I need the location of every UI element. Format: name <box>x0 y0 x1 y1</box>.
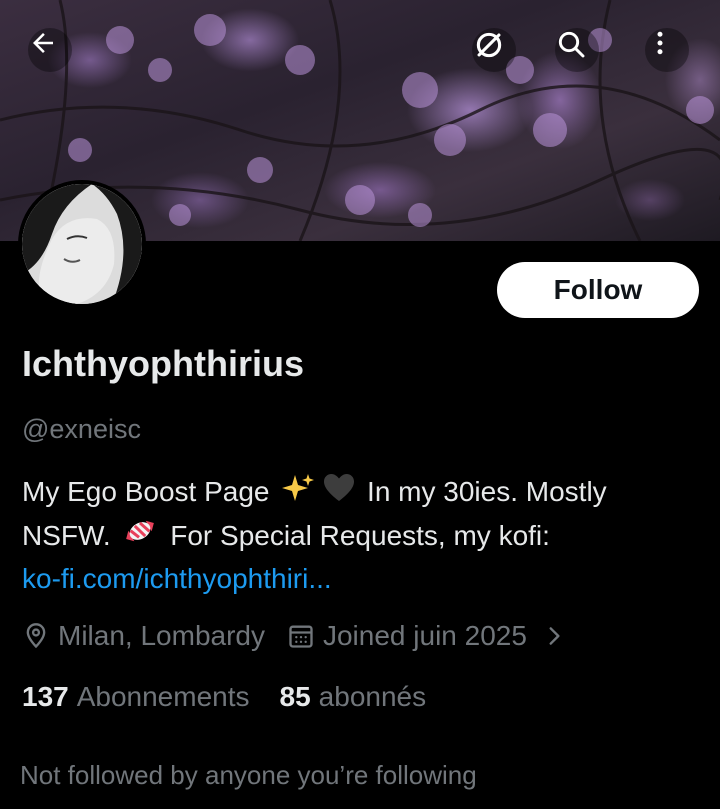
black-heart-icon <box>323 473 355 515</box>
grok-icon <box>476 32 502 58</box>
more-options-button[interactable] <box>645 28 689 72</box>
calendar-icon <box>289 625 313 648</box>
sparkles-icon <box>281 473 315 515</box>
location-text: Milan, Lombardy <box>58 620 265 651</box>
bio-link[interactable]: ko-fi.com/ichthyophthiri... <box>22 558 702 600</box>
avatar-image <box>22 184 142 304</box>
bio-line-1: My Ego Boost Page In my 30ies. Mostly <box>22 471 702 515</box>
join-date: Joined juin 2025 <box>287 620 567 652</box>
followers-count: 85 <box>279 681 311 712</box>
followers-label: abonnés <box>318 681 427 712</box>
following-count: 137 <box>22 681 69 712</box>
following-label: Abonnements <box>76 681 250 712</box>
more-vertical-icon <box>657 31 663 55</box>
back-button[interactable] <box>28 28 72 72</box>
avatar[interactable] <box>18 180 146 308</box>
search-button[interactable] <box>555 28 599 72</box>
join-date-text: Joined juin 2025 <box>322 620 527 651</box>
profile-meta: Milan, Lombardy Joined juin 2025 <box>22 620 567 652</box>
location: Milan, Lombardy <box>22 620 265 652</box>
follow-button[interactable]: Follow <box>497 262 699 318</box>
search-icon <box>558 31 585 58</box>
bio-text-1b: In my 30ies. Mostly <box>367 476 607 507</box>
following-link[interactable]: 137 Abonnements <box>22 681 250 713</box>
arrow-left-icon <box>33 33 53 53</box>
followed-by-text: Not followed by anyone you’re following <box>20 760 477 790</box>
profile-bio: My Ego Boost Page In my 30ies. Mostly NS… <box>22 471 702 600</box>
bio-text-2a: NSFW. <box>22 519 111 551</box>
bio-text-1a: My Ego Boost Page <box>22 476 270 507</box>
followers-link[interactable]: 85 abonnés <box>280 681 427 713</box>
grok-button[interactable] <box>472 28 516 72</box>
follow-counts: 137 Abonnements 85 abonnés <box>22 681 426 713</box>
username-handle: @exneisc <box>22 414 141 444</box>
candy-icon <box>122 516 158 558</box>
display-name: Ichthyophthirius <box>22 343 304 384</box>
chevron-right-icon[interactable] <box>541 623 567 649</box>
location-pin-icon <box>26 623 46 649</box>
bio-line-2: NSFW. For Special Requests, my kofi: <box>22 515 702 559</box>
bio-text-2b: For Special Requests, my kofi: <box>170 519 550 551</box>
